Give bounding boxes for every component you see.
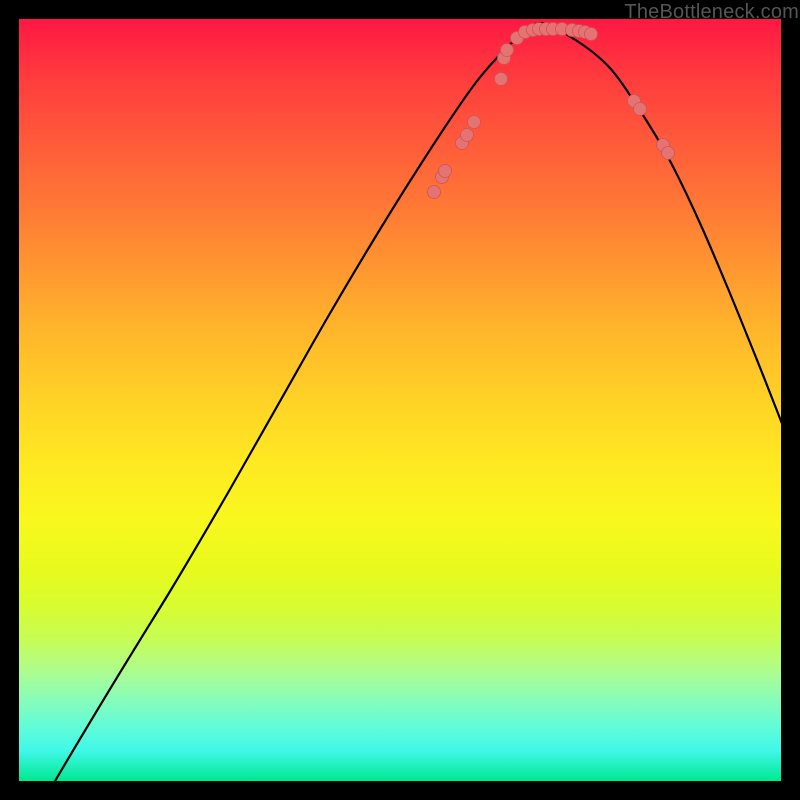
optimal-point-dot xyxy=(662,147,675,160)
optimal-point-dot xyxy=(428,186,441,199)
optimal-range-dots xyxy=(428,23,675,199)
optimal-point-dot xyxy=(634,103,647,116)
optimal-point-dot xyxy=(439,165,452,178)
optimal-point-dot xyxy=(461,129,474,142)
optimal-point-dot xyxy=(468,116,481,129)
chart-plot-area xyxy=(19,19,781,781)
bottleneck-curve xyxy=(55,23,781,781)
optimal-point-dot xyxy=(495,73,508,86)
bottleneck-curve-svg xyxy=(19,19,781,781)
optimal-point-dot xyxy=(585,28,598,41)
optimal-point-dot xyxy=(501,44,514,57)
